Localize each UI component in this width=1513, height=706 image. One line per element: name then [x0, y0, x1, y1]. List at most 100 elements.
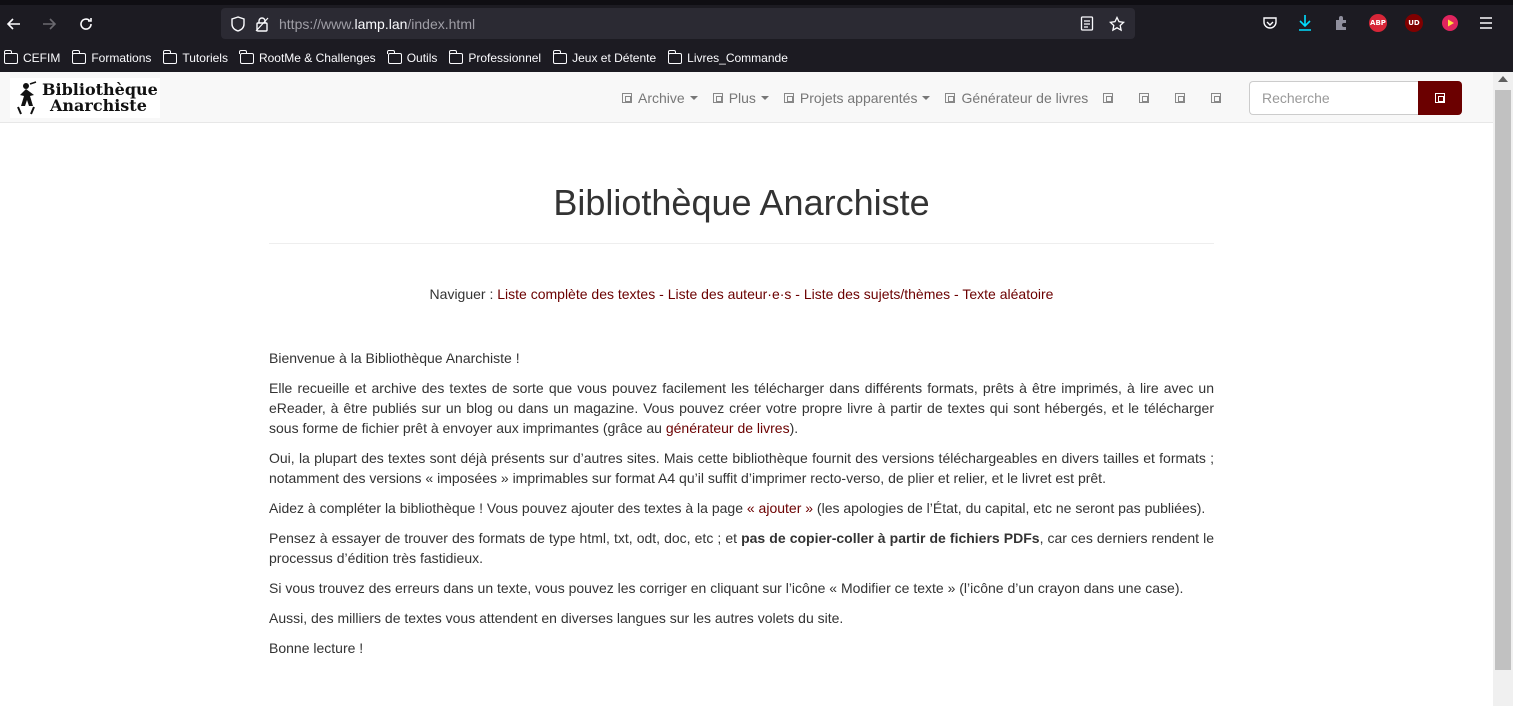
- paragraph-corrections: Si vous trouvez des erreurs dans un text…: [269, 580, 1184, 596]
- paragraph-source-formats: Pensez à essayer de trouver des formats …: [269, 528, 1214, 568]
- caret-down-icon: [760, 95, 769, 100]
- url-bar[interactable]: https://www.lamp.lan/index.html: [221, 8, 1135, 39]
- folder-icon: [162, 49, 178, 64]
- link-random-text[interactable]: Texte aléatoire: [962, 286, 1053, 302]
- bookmark-label: Professionnel: [468, 51, 542, 65]
- caret-down-icon: [922, 95, 931, 100]
- menu-icon-link-2[interactable]: [1139, 92, 1155, 103]
- bookmark-outils[interactable]: Outils: [387, 49, 437, 65]
- menu-archive[interactable]: Archive: [622, 90, 698, 106]
- adblock-plus-extension[interactable]: ABP: [1367, 12, 1389, 34]
- bookmark-label: RootMe & Challenges: [258, 51, 376, 65]
- bold-warning: pas de copier-coller à partir de fichier…: [741, 530, 1040, 546]
- download-icon[interactable]: [1294, 12, 1316, 34]
- ublock-badge: UD: [1405, 14, 1423, 32]
- paragraph-formats: Oui, la plupart des textes sont déjà pré…: [269, 450, 1214, 486]
- paragraph-welcome: Bienvenue à la Bibliothèque Anarchiste !: [269, 350, 520, 366]
- folder-icon: [239, 49, 254, 64]
- bookmark-professionnel[interactable]: Professionnel: [448, 49, 542, 65]
- web-page: Bibliothèque Anarchiste Archive Plus Pro…: [0, 72, 1493, 706]
- language-icon: [1103, 92, 1114, 103]
- pocket-icon[interactable]: [1259, 12, 1281, 34]
- page-title: Bibliothèque Anarchiste: [553, 182, 930, 223]
- projects-icon: [783, 92, 794, 103]
- link-book-generator[interactable]: générateur de livres: [666, 420, 790, 436]
- search-icon: [1435, 93, 1445, 103]
- paragraph-description: Elle recueille et archive des textes de …: [269, 378, 1214, 438]
- scroll-up-arrow-icon[interactable]: [1498, 76, 1508, 82]
- text-span: Aidez à compléter la bibliothèque ! Vous…: [269, 500, 747, 516]
- url-text[interactable]: https://www.lamp.lan/index.html: [279, 16, 1075, 32]
- site-logo[interactable]: Bibliothèque Anarchiste: [10, 78, 160, 118]
- text-span: Pensez à essayer de trouver des formats …: [269, 530, 742, 546]
- browser-chrome: https://www.lamp.lan/index.html ABP UD C…: [0, 0, 1513, 72]
- logo-text: Bibliothèque Anarchiste: [42, 82, 158, 114]
- menu-label: Archive: [638, 89, 685, 106]
- nav-separator: -: [655, 286, 668, 302]
- nav-separator: -: [950, 286, 963, 302]
- search-input[interactable]: [1249, 81, 1419, 115]
- logo-line-2: Anarchiste: [50, 96, 147, 115]
- abp-badge: ABP: [1369, 14, 1387, 32]
- user-icon: [1175, 92, 1186, 103]
- lock-insecure-icon[interactable]: [251, 13, 273, 35]
- main-menu: Archive Plus Projets apparentés Générate…: [622, 72, 1247, 123]
- back-arrow-icon: [6, 18, 20, 30]
- bookmark-tutoriels[interactable]: Tutoriels: [162, 49, 228, 65]
- menu-label: Plus: [728, 89, 756, 106]
- link-add-text[interactable]: « ajouter »: [747, 500, 813, 516]
- link-authors[interactable]: Liste des auteur·e·s: [668, 286, 792, 302]
- bookmark-label: Formations: [91, 51, 152, 65]
- url-prefix: https://www.: [279, 15, 355, 32]
- navigation-links: Naviguer : Liste complète des textes - L…: [269, 286, 1214, 302]
- search-button[interactable]: [1418, 81, 1462, 115]
- paragraph-contribute: Aidez à compléter la bibliothèque ! Vous…: [269, 498, 1214, 518]
- reload-button[interactable]: [74, 12, 98, 36]
- bookmark-livres[interactable]: Livres_Commande: [667, 49, 788, 65]
- folder-icon: [387, 49, 402, 64]
- paragraph-closing: Bonne lecture !: [269, 640, 364, 656]
- tab-strip: [0, 0, 1513, 5]
- forward-arrow-icon: [43, 18, 57, 30]
- page-scrollbar[interactable]: [1493, 72, 1513, 706]
- menu-label: Projets apparentés: [799, 89, 918, 106]
- youtube-extension-icon[interactable]: [1439, 12, 1461, 34]
- divider: [269, 243, 1214, 244]
- shield-icon[interactable]: [227, 13, 249, 35]
- bookmark-formations[interactable]: Formations: [71, 49, 152, 65]
- nav-label: Naviguer :: [429, 286, 494, 302]
- ublock-extension[interactable]: UD: [1403, 12, 1425, 34]
- extension-puzzle-icon[interactable]: [1330, 12, 1352, 34]
- book-generator-icon: [945, 92, 956, 103]
- folder-icon: [552, 49, 568, 64]
- scrollbar-thumb[interactable]: [1495, 90, 1511, 670]
- main-content: Bibliothèque Anarchiste Naviguer : Liste…: [269, 123, 1214, 668]
- link-all-texts[interactable]: Liste complète des textes: [497, 286, 655, 302]
- folder-icon: [3, 49, 18, 64]
- caret-down-icon: [689, 95, 698, 100]
- menu-projets[interactable]: Projets apparentés: [783, 89, 931, 106]
- bookmark-label: Jeux et Détente: [572, 51, 657, 65]
- bookmark-rootme[interactable]: RootMe & Challenges: [239, 49, 376, 65]
- back-button[interactable]: [2, 12, 26, 36]
- link-topics[interactable]: Liste des sujets/thèmes: [804, 286, 950, 302]
- bookmark-label: CEFIM: [23, 51, 61, 65]
- menu-icon-link-1[interactable]: [1103, 92, 1119, 103]
- bookmark-star-icon[interactable]: [1105, 13, 1129, 35]
- reader-view-icon[interactable]: [1075, 13, 1099, 35]
- forward-button[interactable]: [37, 12, 61, 36]
- menu-plus[interactable]: Plus: [712, 89, 769, 106]
- menu-generateur[interactable]: Générateur de livres: [945, 90, 1088, 106]
- menu-icon-link-3[interactable]: [1175, 92, 1191, 103]
- menu-icon-link-4[interactable]: [1211, 92, 1227, 103]
- folder-icon: [448, 49, 464, 64]
- bookmark-cefim[interactable]: CEFIM: [3, 49, 61, 65]
- bookmark-jeux[interactable]: Jeux et Détente: [552, 49, 657, 65]
- settings-icon: [1211, 92, 1222, 103]
- text-span: ).: [789, 420, 799, 436]
- paragraph-languages: Aussi, des milliers de textes vous atten…: [269, 610, 844, 626]
- hamburger-menu-icon[interactable]: [1475, 12, 1497, 34]
- url-path: /index.html: [407, 15, 476, 32]
- text-span: (les apologies de l’État, du capital, et…: [813, 500, 1206, 516]
- folder-icon: [667, 49, 683, 64]
